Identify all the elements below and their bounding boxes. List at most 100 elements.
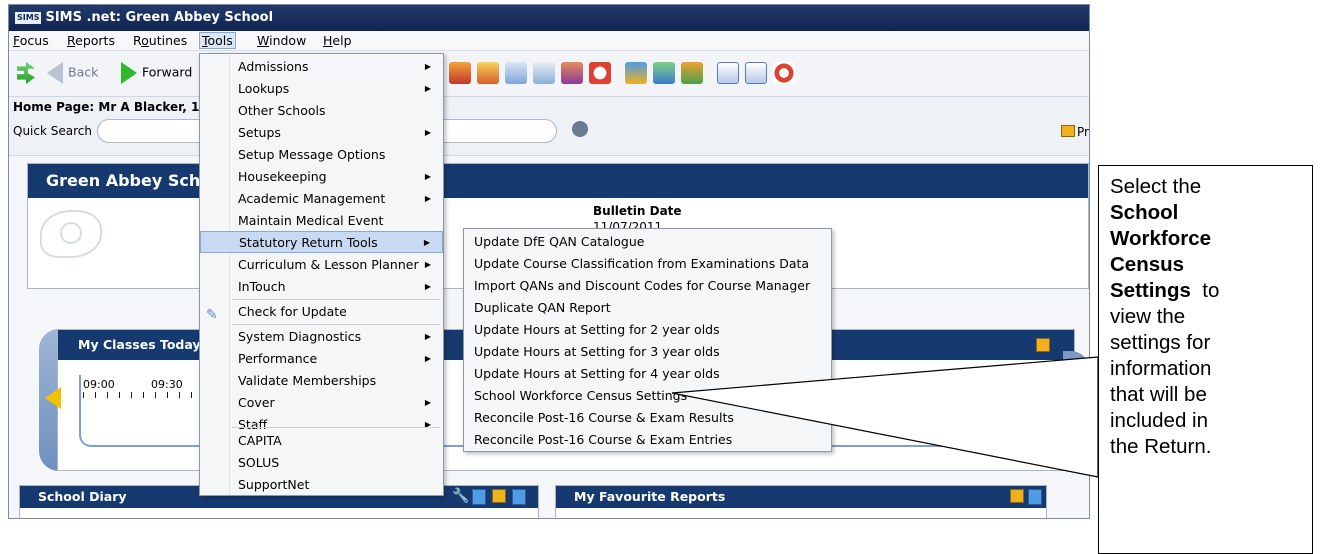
menu-separator	[232, 324, 440, 325]
menu-item-setups[interactable]: Setups ▶	[200, 122, 443, 144]
timeline-ticks	[83, 392, 203, 398]
print-icon[interactable]	[1010, 489, 1024, 503]
back-button[interactable]: Back	[47, 62, 98, 84]
submenu-arrow-icon: ▶	[424, 62, 431, 71]
submenu-arrow-icon: ▶	[424, 354, 431, 363]
menu-item-performance[interactable]: Performance ▶	[200, 348, 443, 370]
wrench-icon[interactable]: 🔧	[452, 488, 469, 504]
timeline-label-0900: 09:00	[83, 378, 115, 391]
assessment-icon[interactable]	[625, 62, 647, 84]
submenu-item-update-course-classification[interactable]: Update Course Classification from Examin…	[474, 253, 809, 275]
submenu-item-hours-2-year-olds[interactable]: Update Hours at Setting for 2 year olds	[474, 319, 720, 341]
callout-bold-settings: Settings	[1110, 279, 1191, 302]
menu-item-label: Curriculum & Lesson Planner	[238, 257, 419, 272]
menu-separator	[232, 299, 440, 300]
document-icon[interactable]	[472, 489, 486, 505]
menu-item-intouch[interactable]: InTouch ▶	[200, 276, 443, 298]
menu-item-curriculum-lesson-planner[interactable]: Curriculum & Lesson Planner ▶	[200, 254, 443, 276]
menu-item-housekeeping[interactable]: Housekeeping ▶	[200, 166, 443, 188]
callout-line-select: Select the	[1110, 175, 1202, 198]
submenu-item-school-workforce-census-settings[interactable]: School Workforce Census Settings	[474, 385, 687, 407]
swap-icon[interactable]	[17, 62, 35, 84]
search-people-icon[interactable]	[572, 121, 588, 137]
register-icon[interactable]	[505, 62, 527, 84]
toolbar: Back Forward	[9, 52, 1089, 96]
menu-item-label: Setup Message Options	[238, 147, 386, 162]
submenu-item-reconcile-results[interactable]: Reconcile Post-16 Course & Exam Results	[474, 407, 734, 429]
previous-arrow-icon[interactable]	[45, 387, 61, 409]
menu-item-academic-management[interactable]: Academic Management ▶	[200, 188, 443, 210]
menu-separator	[232, 427, 440, 428]
submenu-arrow-icon: ▶	[424, 84, 431, 93]
bulletin-date-label: Bulletin Date	[593, 204, 682, 218]
submenu-arrow-icon: ▶	[424, 332, 431, 341]
callout-line: view the	[1110, 305, 1186, 328]
swirl-decoration-icon	[40, 210, 102, 258]
submenu-item-hours-4-year-olds[interactable]: Update Hours at Setting for 4 year olds	[474, 363, 720, 385]
menu-item-label: Other Schools	[238, 103, 326, 118]
menu-item-label: SOLUS	[238, 455, 280, 470]
instruction-callout: Select the School Workforce Census Setti…	[1098, 165, 1313, 554]
menu-routines[interactable]: Routines	[131, 33, 189, 48]
callout-line: included in	[1110, 409, 1209, 432]
menu-item-setup-message-options[interactable]: Setup Message Options	[200, 144, 443, 166]
callout-line-settings-to: Settings to	[1110, 278, 1312, 304]
submenu-item-import-qans[interactable]: Import QANs and Discount Codes for Cours…	[474, 275, 810, 297]
back-arrow-icon	[47, 62, 63, 84]
menu-item-other-schools[interactable]: Other Schools	[200, 100, 443, 122]
forward-button[interactable]: Forward	[121, 62, 192, 84]
menu-item-cover[interactable]: Cover ▶	[200, 392, 443, 414]
home-page-bar: Home Page: Mr A Blacker, 15/0 Quick Sear…	[9, 96, 1089, 156]
menu-item-capita[interactable]: CAPITA	[200, 430, 443, 452]
menu-help[interactable]: Help	[321, 33, 354, 48]
menu-item-maintain-medical-event[interactable]: Maintain Medical Event	[200, 210, 443, 232]
menu-item-label: Maintain Medical Event	[238, 213, 384, 228]
menu-item-statutory-return-tools[interactable]: Statutory Return Tools ▶	[200, 231, 443, 253]
menu-item-label: CAPITA	[238, 433, 282, 448]
forward-arrow-icon	[121, 62, 137, 84]
callout-line: information	[1110, 357, 1212, 380]
menu-item-lookups[interactable]: Lookups ▶	[200, 78, 443, 100]
submenu-arrow-icon: ▶	[424, 172, 431, 181]
quick-search-label: Quick Search	[13, 124, 92, 138]
menu-item-validate-memberships[interactable]: Validate Memberships	[200, 370, 443, 392]
staff-icon[interactable]	[561, 62, 583, 84]
print-link[interactable]: Pr	[1061, 125, 1089, 139]
menu-item-label: Lookups	[238, 81, 290, 96]
menu-focus[interactable]: Focus	[11, 33, 51, 48]
menu-window[interactable]: Window	[255, 33, 308, 48]
submenu-item-hours-3-year-olds[interactable]: Update Hours at Setting for 3 year olds	[474, 341, 720, 363]
timer-icon[interactable]	[589, 62, 611, 84]
menu-item-check-for-update[interactable]: ✎ Check for Update	[200, 301, 443, 323]
lifebuoy-icon[interactable]	[773, 62, 795, 84]
edit-icon[interactable]	[1028, 489, 1042, 505]
submenu-item-duplicate-qan-report[interactable]: Duplicate QAN Report	[474, 297, 611, 319]
student-icon[interactable]	[477, 62, 499, 84]
people-icon[interactable]	[449, 62, 471, 84]
mail-icon[interactable]	[717, 62, 739, 84]
globe-icon[interactable]	[653, 62, 675, 84]
submenu-item-update-dfe-qan-catalogue[interactable]: Update DfE QAN Catalogue	[474, 231, 644, 253]
sims-app-icon: SIMS	[15, 12, 42, 24]
folder-icon[interactable]	[681, 62, 703, 84]
submenu-arrow-icon: ▶	[424, 398, 431, 407]
menu-tools[interactable]: Tools	[199, 32, 236, 49]
send-mail-icon[interactable]	[745, 62, 767, 84]
classes-scroll-right[interactable]	[1063, 351, 1089, 451]
callout-bold-workforce: Workforce	[1110, 227, 1212, 250]
menu-item-supportnet[interactable]: SupportNet	[200, 474, 443, 496]
edit-icon[interactable]	[512, 489, 526, 505]
menu-item-label: Performance	[238, 351, 318, 366]
menu-item-admissions[interactable]: Admissions ▶	[200, 56, 443, 78]
menu-focus-rest: ocus	[19, 33, 49, 48]
submenu-item-reconcile-entries[interactable]: Reconcile Post-16 Course & Exam Entries	[474, 429, 732, 451]
menu-item-label: System Diagnostics	[238, 329, 362, 344]
menu-item-solus[interactable]: SOLUS	[200, 452, 443, 474]
menu-item-system-diagnostics[interactable]: System Diagnostics ▶	[200, 326, 443, 348]
menu-item-label: Housekeeping	[238, 169, 327, 184]
menu-reports[interactable]: Reports	[65, 33, 117, 48]
menu-item-label: Validate Memberships	[238, 373, 377, 388]
marksheet-icon[interactable]	[533, 62, 555, 84]
print-icon[interactable]	[492, 489, 506, 503]
print-icon[interactable]	[1036, 338, 1050, 352]
